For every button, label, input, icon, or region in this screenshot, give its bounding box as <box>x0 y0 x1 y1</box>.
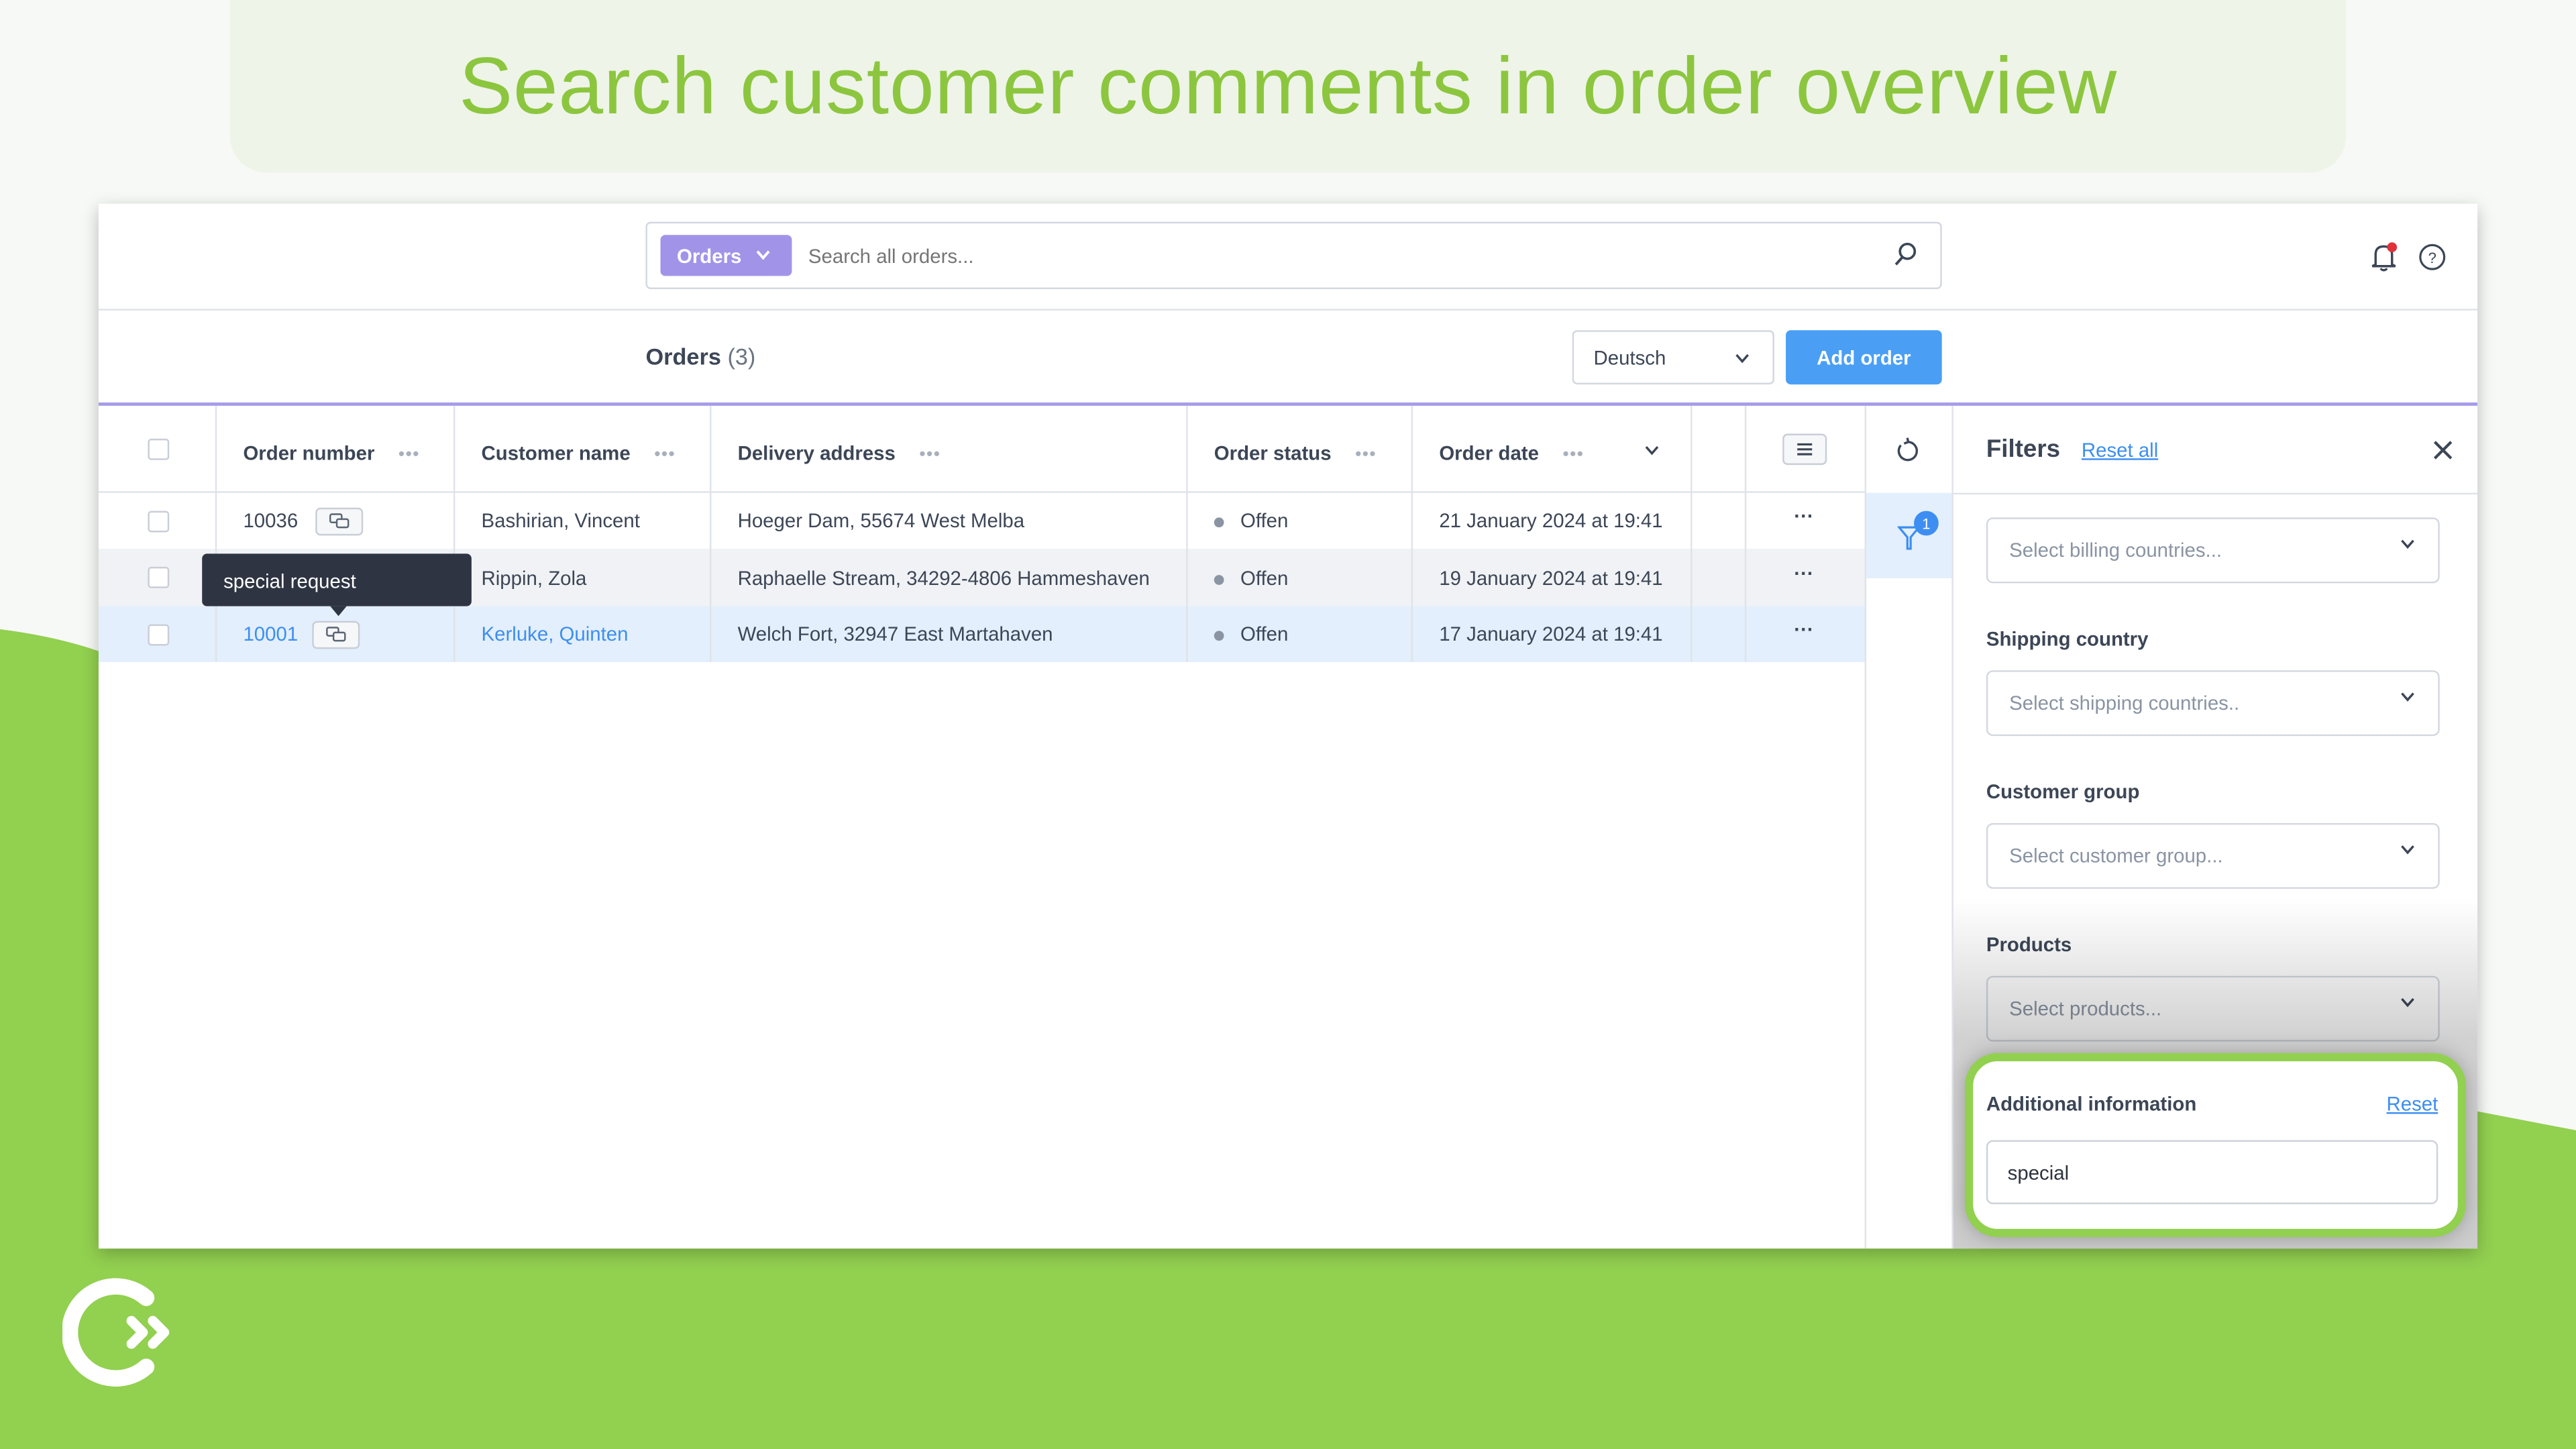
row-actions-button[interactable]: ··· <box>1794 618 1813 641</box>
orders-table: Order number ••• Customer name ••• Deliv… <box>98 405 1865 1248</box>
customer-name: Rippin, Zola <box>481 566 587 590</box>
products-label: Products <box>1986 933 2072 957</box>
global-search[interactable]: Orders <box>645 221 1942 290</box>
search-input[interactable] <box>805 236 1864 276</box>
comment-tooltip: special request <box>202 553 472 616</box>
refresh-icon[interactable] <box>1896 437 1921 463</box>
chevron-down-icon <box>756 250 770 260</box>
customer-name-link[interactable]: Kerluke, Quinten <box>482 623 629 645</box>
products-select[interactable]: Select products... <box>1986 975 2440 1042</box>
billing-country-select[interactable]: Select billing countries... <box>1986 517 2440 584</box>
row-actions-button[interactable]: ··· <box>1794 504 1813 527</box>
brand-logo <box>62 1278 170 1387</box>
reset-all-link[interactable]: Reset all <box>2082 439 2158 462</box>
additional-information-label: Additional information <box>1986 1092 2197 1116</box>
status-badge: Offen <box>1240 509 1289 533</box>
order-date: 19 January 2024 at 19:41 <box>1439 566 1663 590</box>
comment-icon[interactable] <box>315 507 364 536</box>
row-checkbox[interactable] <box>148 511 170 533</box>
column-delivery-address[interactable]: Delivery address ••• <box>738 439 941 468</box>
additional-information-input[interactable] <box>1986 1140 2438 1205</box>
customer-group-label: Customer group <box>1986 780 2140 804</box>
column-customer-name[interactable]: Customer name ••• <box>482 439 676 468</box>
close-icon[interactable] <box>2433 440 2453 460</box>
row-checkbox[interactable] <box>148 566 170 588</box>
customer-name: Bashirian, Vincent <box>481 509 640 533</box>
order-date: 21 January 2024 at 19:41 <box>1439 509 1663 533</box>
orders-title: Orders <box>645 343 721 370</box>
column-settings-button[interactable] <box>1782 433 1827 466</box>
title-banner: Search customer comments in order overvi… <box>229 0 2347 173</box>
comment-icon[interactable] <box>312 621 360 649</box>
order-number-link[interactable]: 10036 <box>243 509 298 532</box>
search-type-dropdown[interactable]: Orders <box>660 235 792 276</box>
additional-reset-link[interactable]: Reset <box>2387 1093 2438 1116</box>
chevron-down-icon <box>2401 539 2414 549</box>
help-icon[interactable]: ? <box>2418 243 2447 271</box>
shipping-country-select[interactable]: Select shipping countries.. <box>1986 670 2440 737</box>
language-select[interactable]: Deutsch <box>1572 330 1774 385</box>
orders-count: (3) <box>727 343 756 370</box>
bell-icon[interactable] <box>2369 241 2398 273</box>
tooltip-text: special request <box>223 570 356 594</box>
order-date: 17 January 2024 at 19:41 <box>1439 623 1663 646</box>
chevron-down-icon <box>2401 998 2414 1008</box>
column-order-number[interactable]: Order number ••• <box>243 439 419 468</box>
search-icon[interactable] <box>1892 241 1917 266</box>
sort-chevron-icon[interactable] <box>1644 445 1659 457</box>
orders-heading: Orders (3) <box>645 343 755 370</box>
order-number-link[interactable]: 10001 <box>243 623 298 645</box>
status-dot <box>1214 517 1224 528</box>
language-value: Deutsch <box>1593 346 1666 370</box>
chevron-down-icon <box>2401 692 2414 702</box>
chevron-down-icon <box>2401 845 2414 855</box>
row-actions-button[interactable]: ··· <box>1794 562 1813 585</box>
list-icon <box>1797 443 1813 455</box>
status-badge: Offen <box>1240 623 1289 646</box>
column-order-status[interactable]: Order status ••• <box>1214 439 1377 468</box>
delivery-address: Raphaelle Stream, 34292-4806 Hammeshaven <box>737 566 1150 590</box>
status-badge: Offen <box>1240 566 1289 590</box>
customer-group-select[interactable]: Select customer group... <box>1986 822 2440 889</box>
column-order-date[interactable]: Order date ••• <box>1439 439 1584 468</box>
page-title: Search customer comments in order overvi… <box>459 42 2117 131</box>
chevron-down-icon <box>1735 354 1750 364</box>
search-type-label: Orders <box>676 244 742 268</box>
delivery-address: Hoeger Dam, 55674 West Melba <box>737 509 1025 533</box>
svg-text:?: ? <box>2428 250 2436 266</box>
status-dot <box>1214 575 1224 585</box>
select-all-checkbox[interactable] <box>148 438 170 460</box>
additional-information-filter: Additional information Reset <box>1965 1053 2466 1238</box>
delivery-address: Welch Fort, 32947 East Martahaven <box>737 623 1053 646</box>
shipping-country-label: Shipping country <box>1986 627 2149 651</box>
status-dot <box>1214 631 1224 641</box>
filters-title: Filters <box>1986 435 2061 464</box>
add-order-label: Add order <box>1817 345 1911 369</box>
row-checkbox[interactable] <box>148 624 170 646</box>
filter-count-badge: 1 <box>1914 511 1939 536</box>
filter-toggle-button[interactable]: 1 <box>1866 492 1952 579</box>
add-order-button[interactable]: Add order <box>1786 330 1942 385</box>
